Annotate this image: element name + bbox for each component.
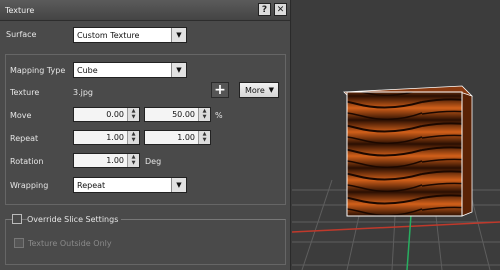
chevron-down-icon: ▼ [171,178,186,192]
chevron-down-icon: ▼ [268,86,274,94]
move-y-field[interactable]: 50.00 ▲ ▼ [144,107,211,122]
move-x-value: 0.00 [106,110,124,119]
more-button-label: More [245,85,265,95]
chevron-down-icon: ▼ [171,28,186,42]
texture-label: Texture [10,88,40,97]
move-y-stepper[interactable]: ▲ ▼ [198,108,210,121]
rotation-label: Rotation [10,157,44,166]
3d-viewport[interactable] [292,0,500,270]
wrapping-value: Repeat [77,180,106,190]
repeat-x-field[interactable]: 1.00 ▲ ▼ [73,130,140,145]
texture-outside-label: Texture Outside Only [28,239,112,248]
move-unit: % [215,111,223,120]
repeat-label: Repeat [10,134,39,143]
help-button[interactable]: ? [258,3,271,16]
chevron-down-icon[interactable]: ▼ [128,160,139,166]
rotation-stepper[interactable]: ▲ ▼ [127,154,139,167]
move-x-field[interactable]: 0.00 ▲ ▼ [73,107,140,122]
close-button[interactable]: ✕ [274,3,287,16]
surface-select-value: Custom Texture [77,30,140,40]
surface-select[interactable]: Custom Texture ▼ [73,27,187,43]
texture-panel: Texture ? ✕ Surface Custom Texture ▼ Map… [0,0,291,270]
rotation-field[interactable]: 1.00 ▲ ▼ [73,153,140,168]
chevron-down-icon: ▼ [171,63,186,77]
more-button[interactable]: More ▼ [239,82,279,98]
viewport-canvas [292,85,500,270]
texture-outside-checkbox[interactable] [14,238,24,248]
repeat-x-stepper[interactable]: ▲ ▼ [127,131,139,144]
chevron-down-icon[interactable]: ▼ [128,114,139,120]
move-label: Move [10,111,32,120]
repeat-y-value: 1.00 [177,133,195,142]
wrapping-label: Wrapping [10,181,49,190]
repeat-y-field[interactable]: 1.00 ▲ ▼ [144,130,211,145]
panel-titlebar: Texture ? ✕ [0,0,290,21]
mapping-type-label: Mapping Type [10,66,66,75]
panel-title: Texture [5,5,35,15]
move-x-stepper[interactable]: ▲ ▼ [127,108,139,121]
mapping-type-value: Cube [77,65,98,75]
rotation-unit: Deg [145,157,162,166]
override-checkbox[interactable] [12,214,22,224]
mapping-type-select[interactable]: Cube ▼ [73,62,187,78]
chevron-down-icon[interactable]: ▼ [128,137,139,143]
add-texture-button[interactable]: + [211,82,229,98]
rotation-value: 1.00 [106,156,124,165]
repeat-x-value: 1.00 [106,133,124,142]
texture-filename: 3.jpg [73,88,94,97]
repeat-y-stepper[interactable]: ▲ ▼ [198,131,210,144]
move-y-value: 50.00 [172,110,195,119]
chevron-down-icon[interactable]: ▼ [199,137,210,143]
textured-cube[interactable] [343,85,473,217]
wrapping-select[interactable]: Repeat ▼ [73,177,187,193]
surface-label: Surface [6,30,37,39]
override-label: Override Slice Settings [27,215,122,224]
x-axis-line [292,221,500,233]
chevron-down-icon[interactable]: ▼ [199,114,210,120]
